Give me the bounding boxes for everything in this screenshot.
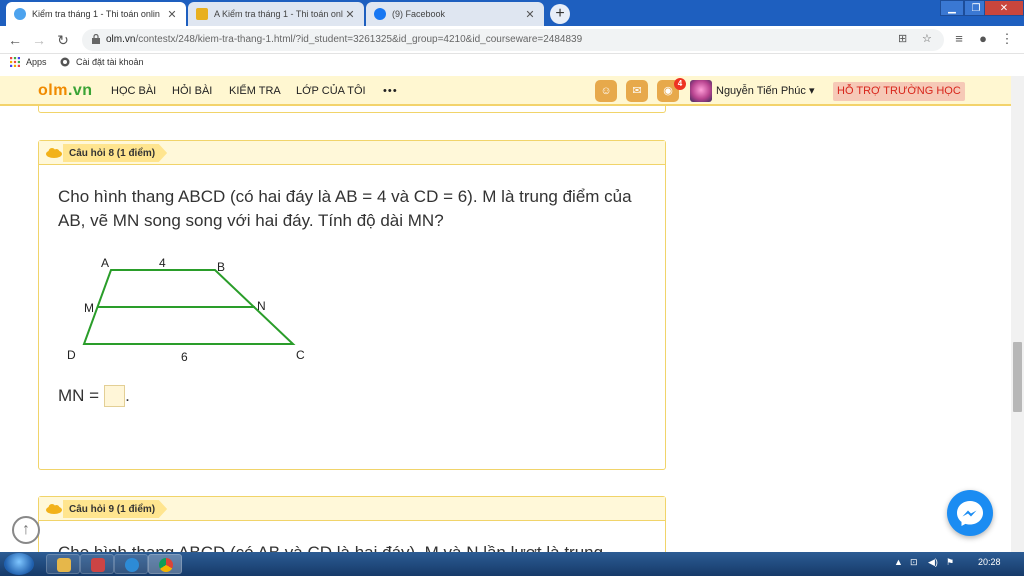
answer-suffix: . <box>125 386 130 405</box>
notification-badge: 4 <box>674 78 686 90</box>
url-field[interactable]: olm.vn/contestx/248/kiem-tra-thang-1.htm… <box>82 29 944 51</box>
app-icon <box>91 558 105 572</box>
messenger-icon <box>957 501 983 526</box>
question-label: Câu hỏi 8 (1 điểm) <box>63 144 168 162</box>
chat-icon[interactable]: ✉ <box>626 80 648 102</box>
volume-icon[interactable]: ◀) <box>928 557 938 568</box>
url-text: olm.vn/contestx/248/kiem-tra-thang-1.htm… <box>106 34 582 45</box>
cd-length-label: 6 <box>181 350 188 363</box>
browser-tab-strip: Kiểm tra tháng 1 - Thi toán onlin ✕ A Ki… <box>0 0 1024 26</box>
question-label-text: Câu hỏi 9 (1 điểm) <box>69 503 156 515</box>
nav-hoi-bai[interactable]: HỎI BÀI <box>172 85 212 97</box>
point-c-label: C <box>296 348 305 362</box>
cloud-favicon-icon <box>14 8 26 20</box>
point-n-label: N <box>257 299 266 313</box>
previous-question-card <box>38 106 666 113</box>
tab-title: (9) Facebook <box>392 9 446 19</box>
ab-length-label: 4 <box>159 256 166 270</box>
nav-hoc-bai[interactable]: HỌC BÀI <box>111 85 156 97</box>
scrollbar-thumb[interactable] <box>1013 342 1022 412</box>
taskbar-app-2[interactable] <box>80 554 114 574</box>
bookmark-label: Cài đặt tài khoản <box>76 57 144 67</box>
taskbar-edge[interactable] <box>114 554 148 574</box>
tab-facebook[interactable]: (9) Facebook ✕ <box>366 2 544 26</box>
trapezoid-figure: A B C D M N 4 6 <box>67 256 305 363</box>
site-navbar: olm.vn HỌC BÀI HỎI BÀI KIỂM TRA LỚP CỦA … <box>0 76 1024 106</box>
bookmark-account-settings[interactable]: Cài đặt tài khoản <box>60 57 144 67</box>
point-b-label: B <box>217 260 225 274</box>
tab-kiem-tra-1[interactable]: Kiểm tra tháng 1 - Thi toán onlin ✕ <box>6 2 186 26</box>
main-content: Câu hỏi 8 (1 điểm) Cho hình thang ABCD (… <box>0 106 1024 552</box>
profile-icon[interactable]: ● <box>974 31 992 46</box>
answer-row: MN = . <box>58 385 130 407</box>
minimize-icon[interactable]: ▁ <box>940 0 964 16</box>
start-button[interactable] <box>4 553 34 575</box>
h-favicon-icon <box>196 8 208 20</box>
logo-domain: .vn <box>67 82 93 99</box>
question-card-9: Câu hỏi 9 (1 điểm) Cho hình thang ABCD (… <box>38 496 666 552</box>
bookmark-label: Apps <box>26 57 47 67</box>
cloud-icon <box>46 148 62 158</box>
network-icon[interactable]: ⊡ <box>910 557 918 568</box>
question-header: Câu hỏi 9 (1 điểm) <box>39 497 665 521</box>
folder-icon <box>57 558 71 572</box>
google-icon <box>60 57 70 67</box>
bookmark-star-icon[interactable]: ☆ <box>922 32 932 45</box>
cloud-icon <box>46 504 62 514</box>
reading-list-icon[interactable]: ≡ <box>950 31 968 46</box>
nav-more[interactable]: • • • <box>383 85 397 97</box>
windows-taskbar: ▲ ⊡ ◀) ⚑ 20:28 <box>0 552 1024 576</box>
chrome-icon <box>159 558 173 572</box>
close-tab-icon[interactable]: ✕ <box>166 8 178 21</box>
tab-kiem-tra-2[interactable]: A Kiểm tra tháng 1 - Thi toán onl ✕ <box>188 2 364 26</box>
question-label: Câu hỏi 9 (1 điểm) <box>63 500 168 518</box>
menu-icon[interactable]: ⋮ <box>998 31 1016 47</box>
tab-title: Kiểm tra tháng 1 - Thi toán onlin <box>32 9 160 19</box>
clock[interactable]: 20:28 <box>978 557 1001 567</box>
question-text: Cho hình thang ABCD (có hai đáy là AB = … <box>58 187 632 230</box>
add-friend-icon[interactable]: ☺ <box>595 80 617 102</box>
close-window-icon[interactable]: ✕ <box>984 0 1024 16</box>
nav-kiem-tra[interactable]: KIỂM TRA <box>229 85 281 97</box>
page-scrollbar[interactable] <box>1011 76 1024 552</box>
translate-icon[interactable]: ⊞ <box>898 32 907 45</box>
address-bar: ← → ↻ olm.vn/contestx/248/kiem-tra-thang… <box>0 26 1024 54</box>
support-button[interactable]: HỖ TRỢ TRƯỜNG HỌC <box>833 82 965 101</box>
close-tab-icon[interactable]: ✕ <box>524 8 536 21</box>
reload-icon[interactable]: ↻ <box>54 31 72 49</box>
answer-input[interactable] <box>104 385 126 407</box>
close-tab-icon[interactable]: ✕ <box>344 8 356 21</box>
edge-icon <box>125 558 139 572</box>
forward-icon[interactable]: → <box>30 31 48 49</box>
user-menu[interactable]: Nguyễn Tiến Phúc ▾ <box>716 84 814 97</box>
messenger-chat-button[interactable] <box>947 490 993 536</box>
back-icon[interactable]: ← <box>6 31 24 49</box>
question-text: Cho hình thang ABCD (có AB và CD là hai … <box>58 541 658 552</box>
logo-text: olm <box>38 82 68 99</box>
question-header: Câu hỏi 8 (1 điểm) <box>39 141 665 165</box>
url-path: /contestx/248/kiem-tra-thang-1.html/?id_… <box>135 34 583 45</box>
avatar[interactable] <box>690 80 712 102</box>
point-a-label: A <box>101 256 109 270</box>
taskbar-explorer[interactable] <box>46 554 80 574</box>
point-d-label: D <box>67 348 76 362</box>
url-host: olm.vn <box>106 34 136 45</box>
taskbar-chrome[interactable] <box>148 554 182 574</box>
answer-prefix: MN = <box>58 386 100 405</box>
tab-title: A Kiểm tra tháng 1 - Thi toán onl <box>214 9 343 19</box>
tray-arrow-icon[interactable]: ▲ <box>894 557 903 567</box>
new-tab-button[interactable]: + <box>550 4 570 24</box>
question-card-8: Câu hỏi 8 (1 điểm) Cho hình thang ABCD (… <box>38 140 666 470</box>
lock-icon <box>92 34 100 44</box>
flag-icon[interactable]: ⚑ <box>946 557 954 568</box>
point-m-label: M <box>84 301 94 315</box>
apps-grid-icon <box>10 57 20 67</box>
scroll-to-top-button[interactable]: ↑ <box>12 516 40 544</box>
bookmark-apps[interactable]: Apps <box>10 57 47 67</box>
olm-logo[interactable]: olm.vn <box>38 82 93 100</box>
nav-lop-cua-toi[interactable]: LỚP CỦA TÔI <box>296 85 366 97</box>
question-label-text: Câu hỏi 8 (1 điểm) <box>69 147 156 159</box>
bookmarks-bar: Apps Cài đặt tài khoản <box>0 54 1024 72</box>
facebook-favicon-icon <box>374 8 386 20</box>
